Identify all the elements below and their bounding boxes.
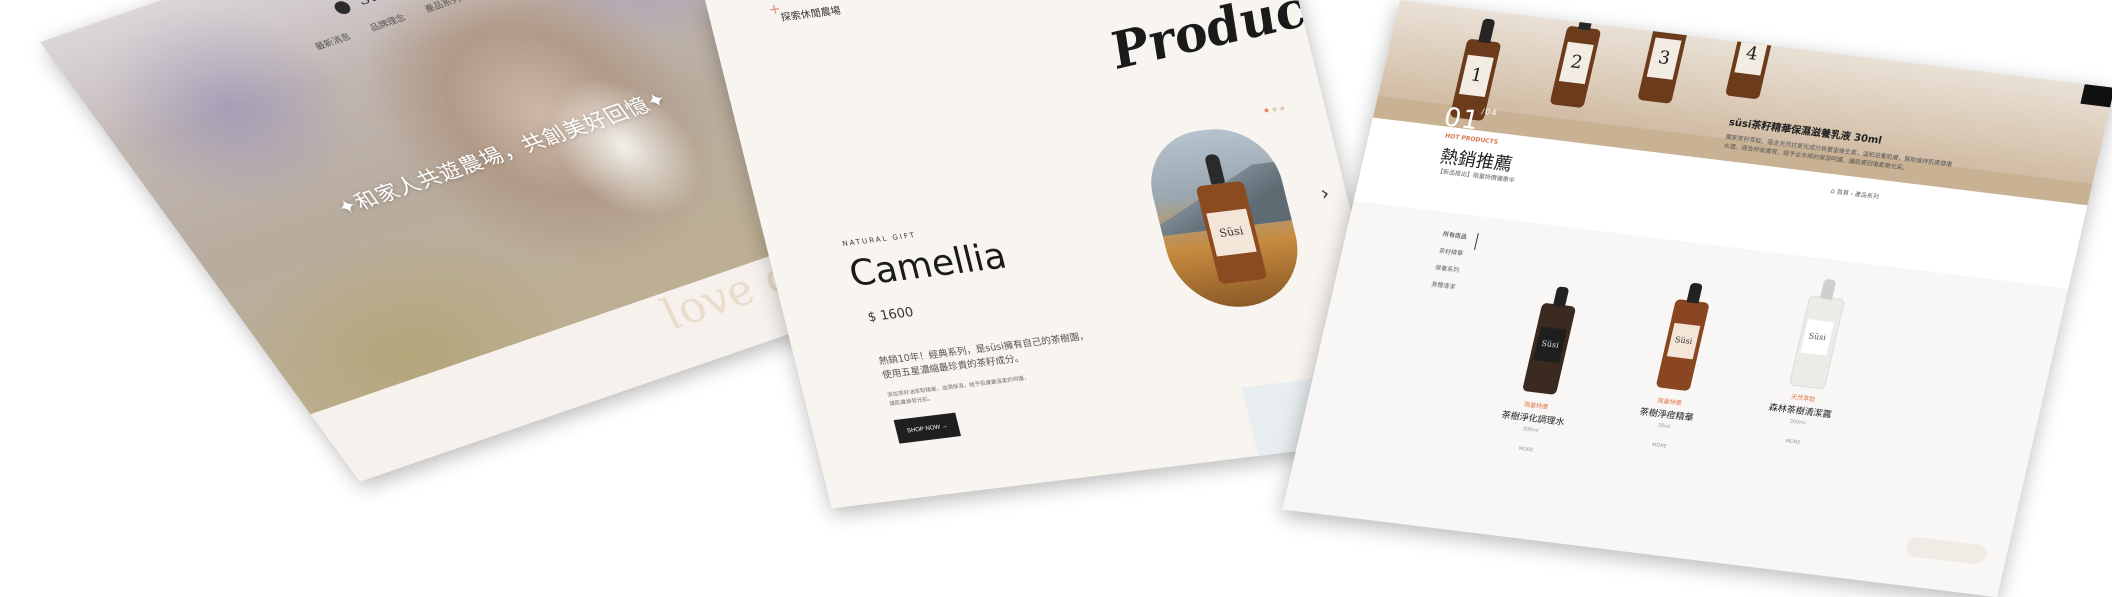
- slide-total: /04: [1480, 106, 1499, 118]
- next-arrow-icon[interactable]: ›: [1318, 181, 1332, 205]
- carousel-dots[interactable]: [1264, 106, 1285, 113]
- breadcrumb-home[interactable]: 首頁: [1836, 189, 1850, 197]
- product-eyebrow: NATURAL GIFT: [841, 231, 918, 248]
- category-sidebar: 所有商品 茶籽精華 保養系列 身體清潔: [1429, 229, 1479, 300]
- carousel-dot[interactable]: [1271, 107, 1277, 112]
- product-image: Süsi: [1617, 277, 1751, 398]
- slide-nav-button[interactable]: [2080, 84, 2112, 108]
- farm-link[interactable]: 探索休閒農場: [779, 2, 842, 24]
- more-button[interactable]: MORE: [1738, 433, 1849, 452]
- dropper-cap: [1204, 153, 1226, 185]
- product-card[interactable]: Süsi 天然萃取 森林茶樹清潔露 300ml MORE: [1738, 273, 1885, 452]
- footer-pill: [1904, 536, 1989, 566]
- listing-page-panel: 1 2 3 4 01/04 süsi茶籽精華保濕滋養乳液 30ml 獨家茶籽萃取…: [1282, 0, 2112, 597]
- product-card[interactable]: Süsi 限量特價 茶樹淨化調理水 300ml MORE: [1471, 280, 1618, 459]
- carousel-dot[interactable]: [1279, 106, 1285, 111]
- carousel-dot[interactable]: [1264, 108, 1269, 113]
- product-image: Süsi: [1751, 273, 1885, 394]
- product-image: Süsi: [1484, 280, 1618, 401]
- section-title: Product: [1102, 0, 1337, 81]
- product-card[interactable]: Süsi 限量特價 茶樹淨痘精華 30ml MORE: [1604, 277, 1751, 456]
- shop-now-button[interactable]: SHOP NOW →: [893, 412, 962, 444]
- more-button[interactable]: MORE: [1604, 436, 1715, 455]
- product-price: $ 1600: [866, 305, 916, 326]
- more-button[interactable]: MORE: [1471, 440, 1582, 459]
- sidebar-item-cleansing[interactable]: 身體清潔: [1429, 279, 1468, 300]
